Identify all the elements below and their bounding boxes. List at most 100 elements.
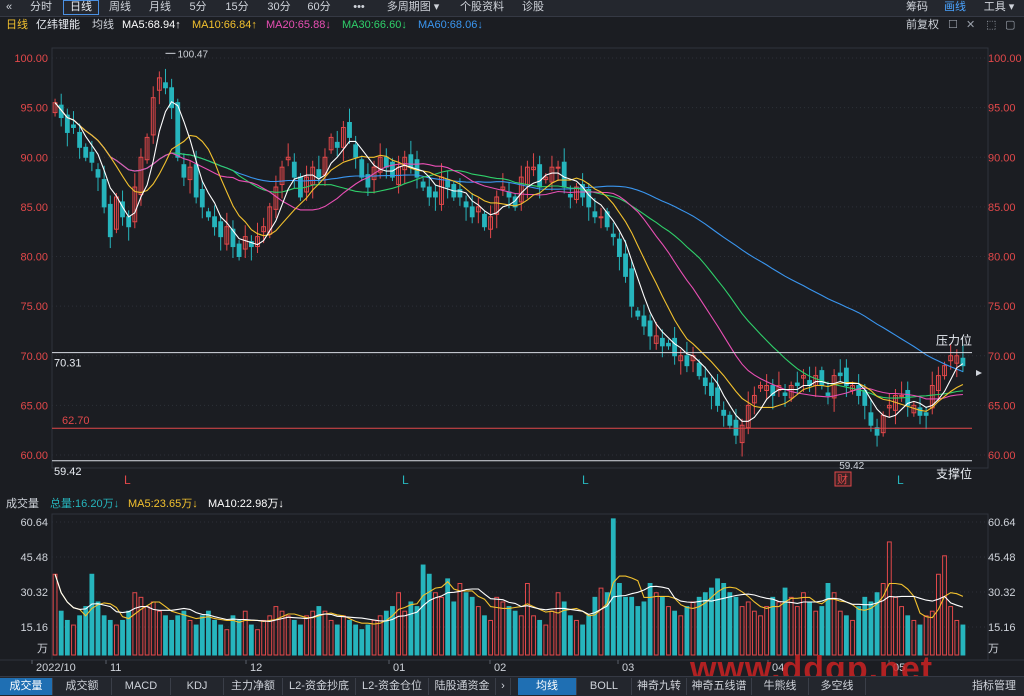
- volume-bar[interactable]: [960, 624, 966, 656]
- candle[interactable]: [206, 211, 211, 218]
- volume-bar[interactable]: [623, 596, 628, 656]
- volume-bar[interactable]: [463, 592, 469, 656]
- volume-bar[interactable]: [64, 619, 70, 656]
- volume-bar[interactable]: [868, 601, 874, 656]
- candle[interactable]: [291, 161, 297, 178]
- volume-bar[interactable]: [138, 596, 144, 656]
- volume-bar[interactable]: [862, 596, 868, 656]
- tab-macd[interactable]: MACD: [112, 678, 171, 695]
- candle[interactable]: [923, 412, 929, 416]
- candle[interactable]: [537, 164, 543, 188]
- volume-bar[interactable]: [163, 615, 168, 656]
- candle[interactable]: [359, 159, 365, 178]
- volume-bar[interactable]: [316, 606, 322, 656]
- candle[interactable]: [408, 154, 414, 168]
- volume-bar[interactable]: [169, 619, 175, 656]
- tab-l2-bottom[interactable]: L2-资金抄底: [283, 678, 356, 695]
- candle[interactable]: [469, 206, 475, 218]
- tab-5min[interactable]: 5分: [183, 0, 213, 15]
- volume-bar[interactable]: [347, 619, 352, 656]
- candle[interactable]: [715, 387, 720, 406]
- volume-bar[interactable]: [488, 619, 493, 656]
- candle[interactable]: [874, 427, 880, 436]
- candle[interactable]: [353, 144, 359, 158]
- volume-bar[interactable]: [531, 615, 536, 656]
- volume-bar[interactable]: [592, 596, 598, 656]
- candle[interactable]: [199, 189, 205, 208]
- candle[interactable]: [218, 221, 224, 238]
- candle[interactable]: [347, 122, 352, 138]
- volume-bar[interactable]: [95, 601, 101, 656]
- maximize-icon[interactable]: ⬚: [986, 17, 996, 33]
- candle[interactable]: [819, 370, 825, 387]
- volume-bar[interactable]: [831, 592, 837, 656]
- volume-bar[interactable]: [549, 610, 555, 656]
- signal-marker[interactable]: L: [582, 473, 589, 487]
- volume-bar[interactable]: [482, 615, 487, 656]
- candle[interactable]: [641, 315, 647, 327]
- candle[interactable]: [868, 412, 874, 426]
- volume-bar[interactable]: [71, 624, 76, 656]
- volume-bar[interactable]: [948, 606, 954, 656]
- volume-bar[interactable]: [518, 615, 524, 656]
- more-periods-button[interactable]: •••: [346, 0, 372, 15]
- volume-bar[interactable]: [819, 606, 825, 656]
- volume-bar[interactable]: [733, 596, 739, 656]
- resistance-label[interactable]: 压力位: [936, 333, 972, 348]
- volume-bar[interactable]: [52, 573, 58, 656]
- volume-bar[interactable]: [567, 615, 573, 656]
- volume-bar[interactable]: [739, 606, 745, 656]
- volume-bar[interactable]: [598, 587, 604, 656]
- tab-magic-nine[interactable]: 神奇九转: [632, 678, 687, 695]
- candle[interactable]: [727, 414, 733, 426]
- candle[interactable]: [666, 342, 671, 347]
- volume-bar[interactable]: [764, 606, 770, 656]
- draw-line-button[interactable]: 画线: [938, 0, 972, 15]
- volume-bar[interactable]: [782, 587, 788, 656]
- volume-bar[interactable]: [954, 619, 960, 656]
- volume-bar[interactable]: [181, 610, 187, 656]
- volume-bar[interactable]: [334, 624, 340, 656]
- volume-bar[interactable]: [273, 606, 279, 656]
- volume-bar[interactable]: [255, 629, 260, 656]
- volume-bar[interactable]: [261, 619, 267, 656]
- tab-l2-position[interactable]: L2-资金仓位: [356, 678, 429, 695]
- chevron-right-icon[interactable]: ›: [496, 678, 511, 695]
- volume-bar[interactable]: [770, 596, 776, 656]
- signal-marker[interactable]: L: [402, 473, 409, 487]
- candle[interactable]: [101, 179, 107, 208]
- volume-bar[interactable]: [672, 610, 678, 656]
- tab-intraday[interactable]: 分时: [24, 0, 58, 15]
- volume-bar[interactable]: [942, 555, 947, 656]
- volume-bar[interactable]: [187, 619, 193, 656]
- candle[interactable]: [383, 156, 389, 168]
- volume-bar[interactable]: [825, 583, 831, 656]
- volume-bar[interactable]: [114, 624, 119, 656]
- candle[interactable]: [629, 268, 635, 307]
- volume-bar[interactable]: [328, 619, 334, 656]
- volume-bar[interactable]: [212, 619, 217, 656]
- tab-60min[interactable]: 60分: [302, 0, 336, 15]
- volume-bar[interactable]: [383, 610, 389, 656]
- volume-bar[interactable]: [193, 624, 199, 656]
- candle[interactable]: [598, 216, 604, 219]
- candle[interactable]: [126, 216, 132, 228]
- volume-bar[interactable]: [242, 610, 248, 656]
- signal-marker[interactable]: L: [124, 473, 131, 487]
- candle[interactable]: [862, 389, 868, 406]
- volume-bar[interactable]: [537, 619, 543, 656]
- tools-dropdown[interactable]: 工具 ▾: [976, 0, 1022, 15]
- candle[interactable]: [623, 253, 628, 277]
- candle[interactable]: [617, 238, 622, 258]
- tab-long-short[interactable]: 多空线: [809, 678, 866, 695]
- close-icon[interactable]: ✕: [966, 17, 975, 33]
- volume-bar[interactable]: [359, 629, 365, 656]
- candle[interactable]: [181, 164, 187, 178]
- candle[interactable]: [95, 169, 101, 178]
- finance-badge[interactable]: 财: [837, 472, 848, 486]
- candle[interactable]: [236, 243, 242, 257]
- volume-bar[interactable]: [365, 624, 371, 656]
- volume-bar[interactable]: [653, 592, 659, 656]
- tab-bull-bear[interactable]: 牛熊线: [752, 678, 809, 695]
- volume-bar[interactable]: [727, 592, 733, 656]
